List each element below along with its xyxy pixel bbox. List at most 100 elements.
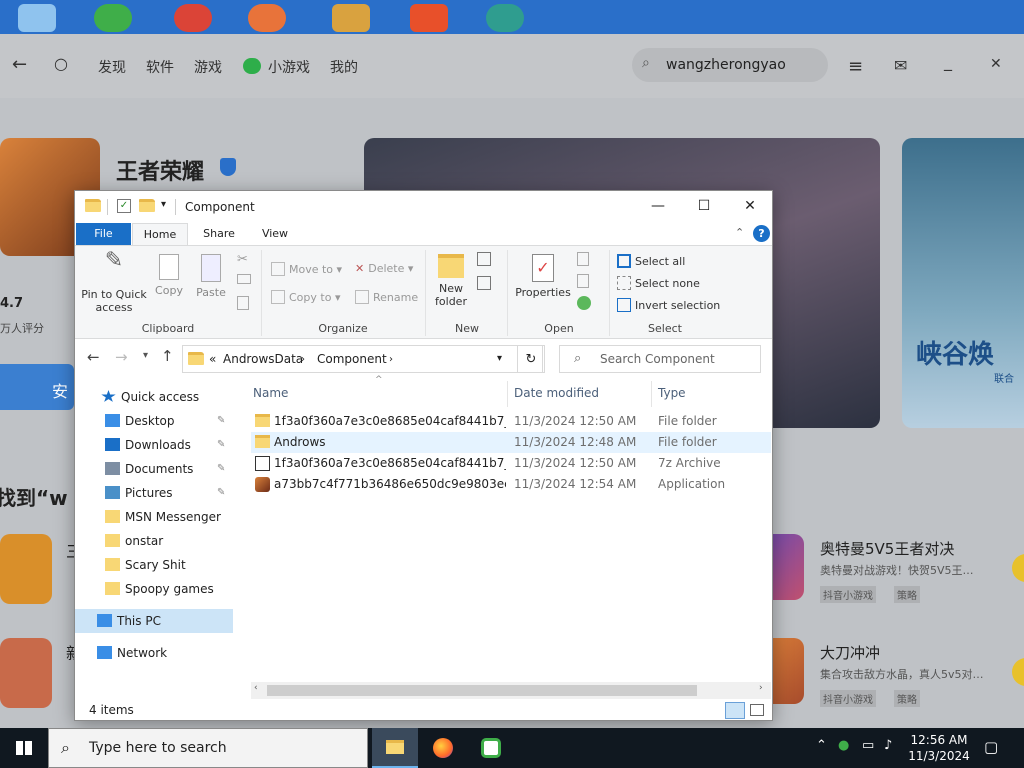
game-shortcut-icon[interactable] xyxy=(332,4,370,32)
notifications-icon[interactable]: ▢ xyxy=(984,738,998,756)
back-icon[interactable]: ← xyxy=(12,54,27,75)
nav-item[interactable]: Downloads ✎ xyxy=(75,433,233,457)
result-get-button-1[interactable] xyxy=(1012,554,1024,582)
nav-item[interactable]: Spoopy games xyxy=(75,577,233,601)
file-row[interactable]: 1f3a0f360a7e3c0e8685e04caf8441b7_3.0.3..… xyxy=(251,411,771,432)
new-item-icon[interactable] xyxy=(477,252,491,266)
open-icon[interactable] xyxy=(577,252,589,266)
easy-access-icon[interactable] xyxy=(477,276,491,290)
chrome-icon[interactable] xyxy=(174,4,212,32)
nav-item[interactable]: Documents ✎ xyxy=(75,457,233,481)
app-shortcut-icon[interactable] xyxy=(248,4,286,32)
select-none-button[interactable]: Select none xyxy=(617,276,700,290)
file-row[interactable]: Androws 11/3/2024 12:48 AM File folder xyxy=(251,432,771,453)
nav-item[interactable]: Quick access xyxy=(75,385,233,409)
history-icon[interactable] xyxy=(577,296,591,310)
select-all-button[interactable]: Select all xyxy=(617,254,685,268)
forward-icon[interactable]: → xyxy=(115,348,128,366)
cut-icon[interactable]: ✂ xyxy=(237,252,248,267)
refresh-button[interactable]: ↻ xyxy=(517,345,545,373)
chevron-right-icon[interactable]: › xyxy=(301,354,305,365)
nav-item[interactable]: Desktop ✎ xyxy=(75,409,233,433)
close-icon[interactable]: ✕ xyxy=(990,56,1002,72)
details-view-icon[interactable] xyxy=(725,702,745,719)
pin-to-quick-access-button[interactable]: ✎ Pin to Quick access xyxy=(81,250,147,315)
file-row[interactable]: a73bb7c4f771b36486e650dc9e9803ec__co... 1… xyxy=(251,474,771,495)
copy-path-icon[interactable] xyxy=(237,274,251,284)
maximize-button[interactable]: ☐ xyxy=(681,191,727,223)
breadcrumb-androwsdata[interactable]: AndrowsData xyxy=(223,352,303,366)
result-icon-left-1[interactable] xyxy=(0,534,52,604)
result-icon-left-2[interactable] xyxy=(0,638,52,708)
taskbar-search[interactable]: ⌕ Type here to search xyxy=(48,728,368,768)
rename-button[interactable]: Rename xyxy=(355,290,418,304)
collapse-ribbon-icon[interactable]: ⌃ xyxy=(735,226,744,239)
nav-mini-games[interactable]: 小游戏 xyxy=(268,57,310,77)
copy-button[interactable]: Copy xyxy=(151,254,187,297)
file-row[interactable]: 1f3a0f360a7e3c0e8685e04caf8441b7_3.0.3..… xyxy=(251,453,771,474)
nav-item[interactable]: onstar xyxy=(75,529,233,553)
store-search-box[interactable]: ⌕ wangzherongyao xyxy=(632,48,828,82)
paste-button[interactable]: Paste xyxy=(193,254,229,299)
search-box[interactable]: ⌕ Search Component xyxy=(559,345,761,373)
tab-view[interactable]: View xyxy=(247,223,303,245)
result-get-button-2[interactable] xyxy=(1012,658,1024,686)
back-icon[interactable]: ← xyxy=(87,348,100,366)
up-icon[interactable]: ↑ xyxy=(161,347,174,365)
user-icon[interactable]: ● xyxy=(838,738,849,753)
tab-home[interactable]: Home xyxy=(132,223,188,245)
address-dropdown-icon[interactable]: ▾ xyxy=(497,353,502,364)
install-button[interactable]: 安 xyxy=(0,364,74,410)
paste-shortcut-icon[interactable] xyxy=(237,296,249,310)
invert-selection-button[interactable]: Invert selection xyxy=(617,298,720,312)
messenger-icon[interactable] xyxy=(94,4,132,32)
address-overflow[interactable]: « xyxy=(209,352,216,366)
nav-item[interactable]: Pictures ✎ xyxy=(75,481,233,505)
show-hidden-icons-icon[interactable]: ⌃ xyxy=(816,738,827,753)
column-header-type[interactable]: Type xyxy=(658,379,686,407)
minimize-button[interactable]: — xyxy=(635,191,681,223)
chevron-right-icon[interactable]: › xyxy=(389,354,393,365)
delete-button[interactable]: ✕ Delete ▾ xyxy=(355,262,413,275)
office-icon[interactable] xyxy=(410,4,448,32)
volume-icon[interactable]: ♪ xyxy=(884,738,892,753)
move-to-button[interactable]: Move to ▾ xyxy=(271,262,342,276)
breadcrumb-component[interactable]: Component xyxy=(317,352,387,366)
copy-to-button[interactable]: Copy to ▾ xyxy=(271,290,340,304)
new-folder-icon[interactable] xyxy=(139,199,155,213)
tab-file[interactable]: File xyxy=(76,223,131,245)
refresh-icon[interactable]: ○ xyxy=(54,54,68,73)
address-bar[interactable]: « AndrowsData › Component › ▾ xyxy=(182,345,543,373)
scroll-left-icon[interactable]: ‹ xyxy=(254,683,258,693)
column-divider[interactable] xyxy=(507,381,508,407)
close-button[interactable]: ✕ xyxy=(727,191,772,223)
taskbar-firefox[interactable] xyxy=(420,728,466,768)
result-title-2[interactable]: 大刀冲冲 xyxy=(820,642,880,663)
start-button[interactable] xyxy=(0,728,48,768)
result-title-1[interactable]: 奥特曼5V5王者对决 xyxy=(820,538,954,559)
taskbar-file-explorer[interactable] xyxy=(372,728,418,768)
column-header-date[interactable]: Date modified xyxy=(514,379,599,407)
tab-share[interactable]: Share xyxy=(191,223,247,245)
title-bar[interactable]: ✓ ▾ Component — ☐ ✕ xyxy=(75,191,772,223)
new-folder-button[interactable]: New folder xyxy=(431,254,471,308)
recycle-bin-icon[interactable] xyxy=(18,4,56,32)
nav-discover[interactable]: 发现 xyxy=(98,57,126,77)
nav-item[interactable]: Scary Shit xyxy=(75,553,233,577)
scroll-right-icon[interactable]: › xyxy=(759,683,763,693)
menu-icon[interactable]: ≡ xyxy=(848,56,863,77)
nav-item[interactable]: Network xyxy=(75,641,233,665)
character-icon[interactable] xyxy=(486,4,524,32)
column-header-name[interactable]: Name xyxy=(253,379,288,407)
customize-quick-access-icon[interactable]: ▾ xyxy=(161,199,166,210)
network-icon[interactable]: ▭ xyxy=(862,738,874,753)
recent-locations-icon[interactable]: ▾ xyxy=(143,350,148,361)
scrollbar-thumb[interactable] xyxy=(267,685,697,696)
clock[interactable]: 12:56 AM 11/3/2024 xyxy=(900,732,978,764)
properties-icon[interactable]: ✓ xyxy=(117,199,131,213)
nav-software[interactable]: 软件 xyxy=(146,57,174,77)
nav-item[interactable]: MSN Messenger xyxy=(75,505,233,529)
nav-item[interactable]: This PC xyxy=(75,609,233,633)
nav-games[interactable]: 游戏 xyxy=(194,57,222,77)
mail-icon[interactable]: ✉ xyxy=(894,56,907,75)
